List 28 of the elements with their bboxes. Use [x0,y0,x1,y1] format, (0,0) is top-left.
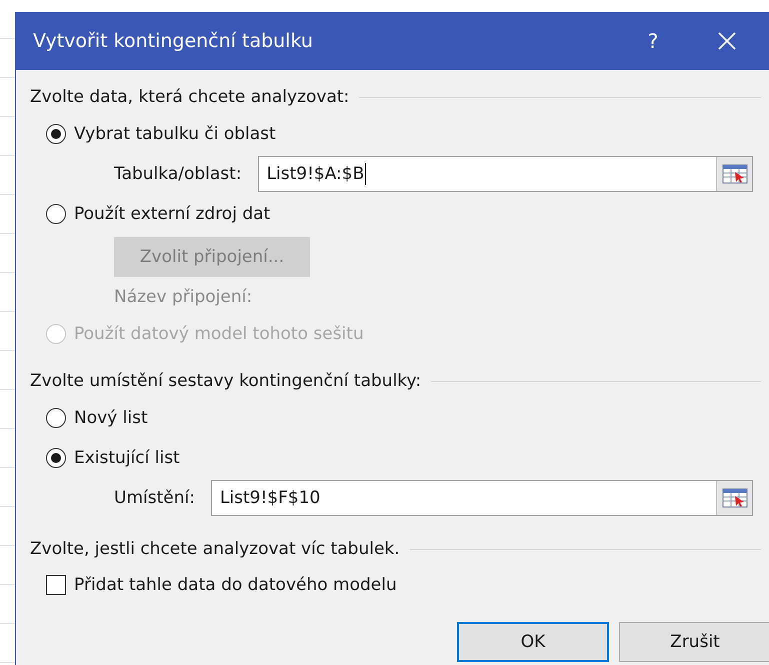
range-select-icon [722,487,748,509]
input-field[interactable]: List9!$F$10 [210,480,753,516]
checkbox-label: Přidat tahle data do datového modelu [74,575,397,595]
collapse-dialog-button[interactable] [716,481,752,515]
section-heading: Zvolte, jestli chcete analyzovat víc tabulek. [30,539,400,559]
dialog-button[interactable]: Zrušit [619,622,769,662]
field-label: Umístění: [114,488,195,508]
radio-button[interactable] [46,408,66,428]
radio-label: Nový list [74,408,148,428]
radio-label: Použít externí zdroj dat [74,204,270,224]
field-label: Tabulka/oblast: [114,164,242,184]
range-select-icon [722,163,748,185]
window-title: Vytvořit kontingenční tabulku [33,30,314,52]
help-button[interactable]: ? [633,29,673,53]
radio-button[interactable] [46,124,66,144]
connection-name-label: Název připojení: [114,287,252,307]
section-heading: Zvolte data, která chcete analyzovat: [30,87,350,107]
collapse-dialog-button[interactable] [716,157,752,191]
radio-label: Použít datový model tohoto sešitu [74,324,364,344]
dialog-button[interactable]: OK [457,622,609,662]
radio-label: Existující list [74,448,180,468]
input-field[interactable]: List9!$A:$B [258,156,753,192]
radio-label: Vybrat tabulku či oblast [74,124,276,144]
radio-button[interactable] [46,204,66,224]
close-icon[interactable] [717,31,737,51]
checkbox[interactable] [46,575,66,595]
section-heading: Zvolte umístění sestavy kontingenční tabulky: [30,371,422,391]
radio-button[interactable] [46,448,66,468]
